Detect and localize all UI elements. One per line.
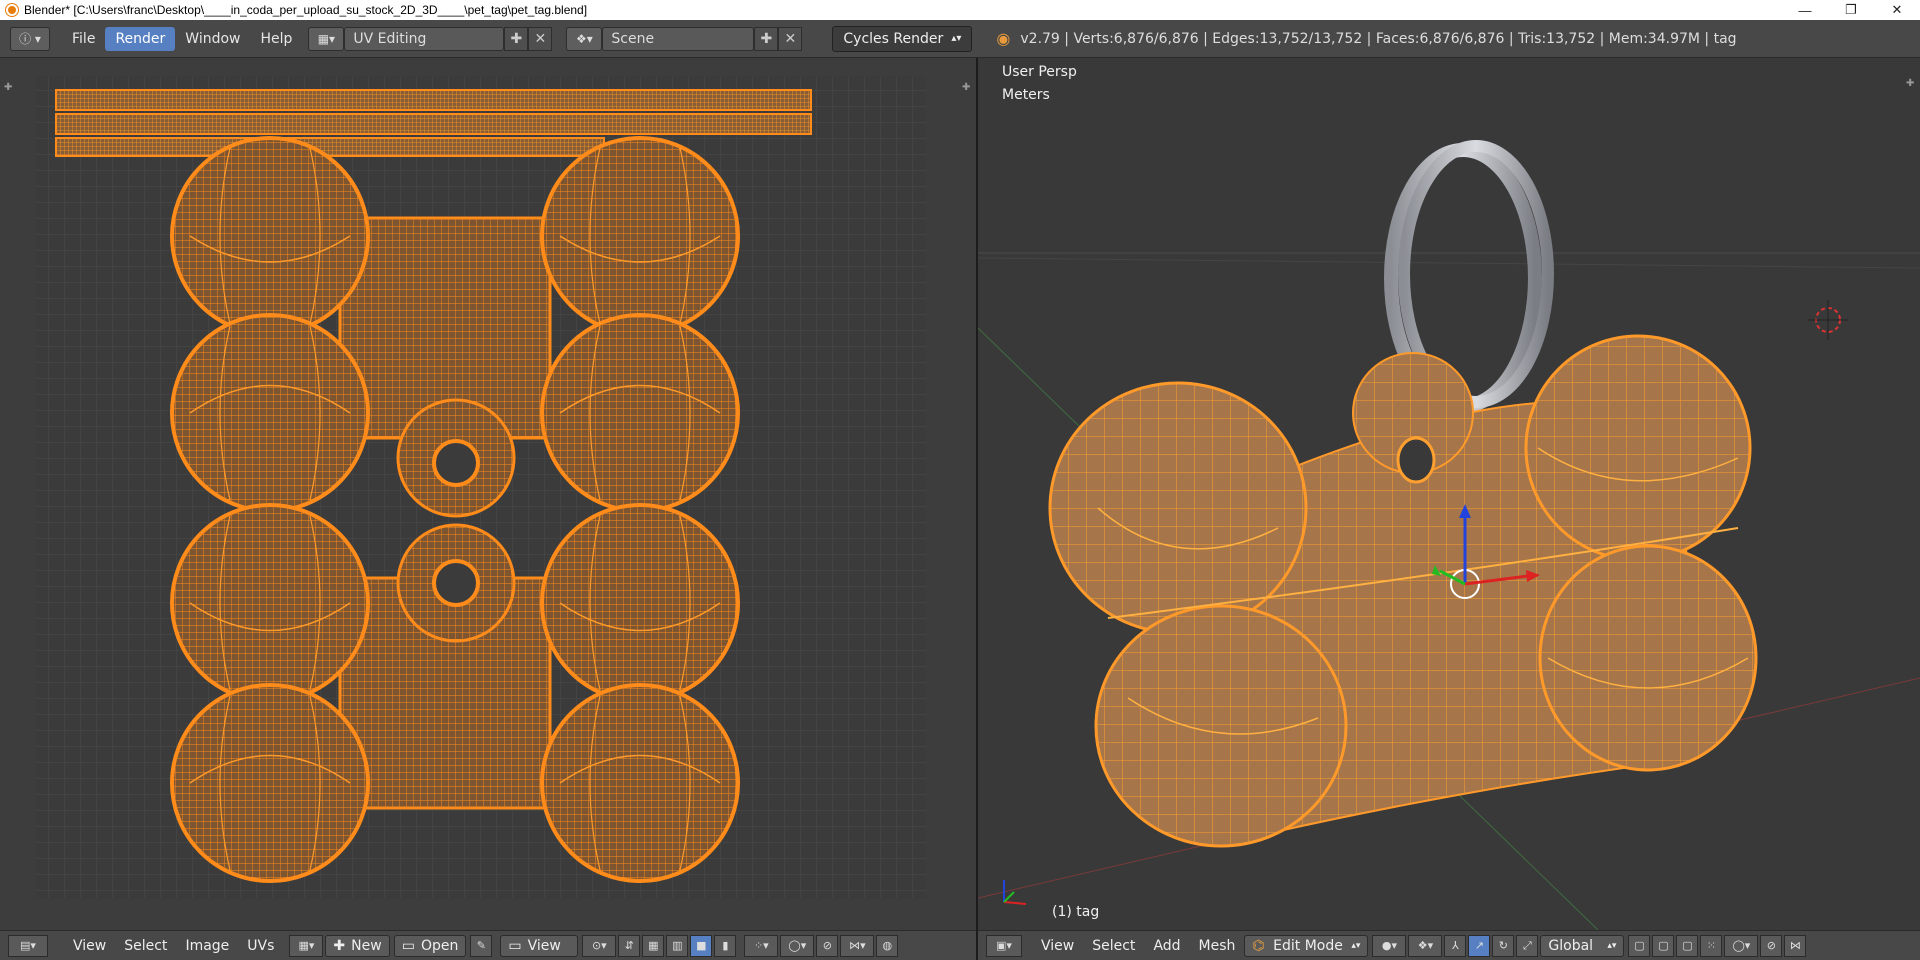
- uv-menu-view[interactable]: View: [64, 935, 115, 957]
- uv-editor-header: ▤▾ View Select Image UVs ▦▾ ✚ New ▭ Open ✎…: [0, 930, 976, 960]
- scene-field[interactable]: Scene: [602, 26, 755, 51]
- render-icon: ◉: [996, 29, 1011, 48]
- limit-selection-icon[interactable]: ⁙: [1700, 934, 1723, 957]
- uv-image-editor[interactable]: ✚ ✚: [0, 58, 976, 930]
- menu-help[interactable]: Help: [250, 27, 302, 51]
- snap-element-icon[interactable]: ⋈: [1784, 934, 1807, 957]
- properties-toggle-icon[interactable]: ✚: [1906, 78, 1914, 89]
- uv-menu-image[interactable]: Image: [176, 935, 238, 957]
- snap-3d-icon[interactable]: ⊘: [1760, 934, 1783, 957]
- bone-tag-mesh: [1048, 334, 1758, 848]
- new-image-button[interactable]: ✚ New: [325, 934, 390, 957]
- add-screen-plus-icon[interactable]: ✚: [504, 26, 529, 51]
- mode-label: Edit Mode: [1273, 937, 1343, 954]
- manipulator-toggle-icon[interactable]: ⅄: [1444, 934, 1467, 957]
- sync-selection-icon[interactable]: ⇵: [618, 934, 641, 957]
- menu-window[interactable]: Window: [175, 27, 250, 51]
- rotate-manipulator-icon[interactable]: ↻: [1492, 934, 1515, 957]
- edge-select-icon[interactable]: ▥: [666, 934, 689, 957]
- uv-view-dropdown-label: View: [527, 937, 561, 954]
- add-scene-plus-icon[interactable]: ✚: [754, 26, 779, 51]
- info-editor-type-icon[interactable]: ⓘ ▾: [10, 26, 50, 51]
- layer-3-icon[interactable]: ▢: [1676, 934, 1699, 957]
- window-titlebar: Blender* [C:\Users\franc\Desktop\____in_…: [0, 0, 1920, 20]
- view-name: User Persp: [1002, 64, 1077, 80]
- delete-screen-close-icon[interactable]: ✕: [528, 26, 553, 51]
- uv-editor-type-icon[interactable]: ▤▾: [8, 934, 48, 957]
- new-image-label: New: [351, 937, 382, 954]
- view3d-menu-view[interactable]: View: [1032, 935, 1083, 957]
- view-units: Meters: [1002, 87, 1050, 103]
- minimize-button[interactable]: —: [1782, 0, 1828, 20]
- image-browse-icon[interactable]: ▦▾: [289, 934, 324, 957]
- pin-icon[interactable]: ✎: [470, 934, 493, 957]
- plus-icon: ✚: [333, 937, 346, 954]
- uv-view-dropdown[interactable]: ▭ View: [500, 934, 579, 957]
- viewport-canvas[interactable]: ✚: [978, 58, 1920, 930]
- axis-gizmo: [1003, 880, 1027, 905]
- 3d-cursor-icon[interactable]: [1808, 300, 1848, 340]
- chevron-down-icon: ▴▾: [1351, 940, 1361, 951]
- properties-toggle-icon[interactable]: ✚: [962, 82, 970, 93]
- scene-icon[interactable]: ❖▾: [566, 26, 603, 51]
- orientation-label: Global: [1548, 937, 1594, 954]
- delete-scene-close-icon[interactable]: ✕: [778, 26, 803, 51]
- folder-icon: ▭: [401, 937, 415, 954]
- mode-dropdown[interactable]: ⌬ Edit Mode ▴▾: [1244, 934, 1369, 957]
- blender-icon: [6, 4, 18, 16]
- uv-canvas[interactable]: ✚ ✚: [0, 58, 976, 930]
- island-select-icon[interactable]: ▮: [714, 934, 737, 957]
- edit-mode-icon: ⌬: [1252, 937, 1265, 954]
- view3d-editor-type-icon[interactable]: ▣▾: [986, 934, 1022, 957]
- screen-layout-field[interactable]: UV Editing: [344, 26, 505, 51]
- proportional-edit-3d-icon[interactable]: ◯▾: [1724, 934, 1759, 957]
- transform-orientation-dropdown[interactable]: Global ▴▾: [1540, 934, 1625, 957]
- view3d-menu-add[interactable]: Add: [1144, 935, 1189, 957]
- pivot-point-icon[interactable]: ❖▾: [1408, 934, 1443, 957]
- overlay-icon[interactable]: ◍: [876, 934, 899, 957]
- window-title: Blender* [C:\Users\franc\Desktop\____in_…: [24, 3, 588, 17]
- layer-2-icon[interactable]: ▢: [1652, 934, 1675, 957]
- uv-menu-select[interactable]: Select: [115, 935, 176, 957]
- snap-target-icon[interactable]: ⋈▾: [840, 934, 875, 957]
- view-mode-icon: ▭: [508, 937, 522, 954]
- screen-icon[interactable]: ▦▾: [308, 26, 345, 51]
- layer-1-icon[interactable]: ▢: [1628, 934, 1651, 957]
- render-engine-label: Cycles Render: [843, 30, 944, 47]
- render-engine-dropdown[interactable]: Cycles Render ▴▾: [832, 25, 973, 52]
- scene-statistics: v2.79 | Verts:6,876/6,876 | Edges:13,752…: [1020, 30, 1737, 47]
- info-header: ⓘ ▾ File Render Window Help ▦▾ UV Editin…: [0, 20, 1920, 58]
- translate-manipulator-icon[interactable]: ↗: [1468, 934, 1491, 957]
- open-image-label: Open: [420, 937, 459, 954]
- proportional-edit-icon[interactable]: ◯▾: [780, 934, 815, 957]
- maximize-button[interactable]: ❐: [1828, 0, 1874, 20]
- sticky-mode-icon[interactable]: ⁘▾: [744, 934, 779, 957]
- snap-icon[interactable]: ⊘: [816, 934, 839, 957]
- view3d-menu-select[interactable]: Select: [1083, 935, 1144, 957]
- view3d-header: ▣▾ View Select Add Mesh ⌬ Edit Mode ▴▾ ●▾ …: [978, 930, 1920, 960]
- chevron-down-icon: ▴▾: [1607, 940, 1617, 951]
- pivot-icon[interactable]: ⊙▾: [582, 934, 617, 957]
- menu-file[interactable]: File: [62, 27, 105, 51]
- menu-render[interactable]: Render: [105, 26, 176, 51]
- close-window-button[interactable]: ✕: [1874, 0, 1920, 20]
- viewport-shading-icon[interactable]: ●▾: [1372, 934, 1407, 957]
- open-image-button[interactable]: ▭ Open: [393, 934, 467, 957]
- view3d-menu-mesh[interactable]: Mesh: [1190, 935, 1245, 957]
- active-object-label: (1) tag: [1052, 904, 1100, 920]
- uv-menu-uvs[interactable]: UVs: [238, 935, 283, 957]
- chevron-down-icon: ▴▾: [951, 33, 962, 44]
- tools-toggle-icon[interactable]: ✚: [4, 82, 12, 93]
- 3d-viewport[interactable]: ✚ User Persp Meters (1) tag: [978, 58, 1920, 930]
- scale-manipulator-icon[interactable]: ⤢: [1516, 934, 1539, 957]
- face-select-icon[interactable]: ■: [690, 934, 713, 957]
- vertex-select-icon[interactable]: ▦: [642, 934, 665, 957]
